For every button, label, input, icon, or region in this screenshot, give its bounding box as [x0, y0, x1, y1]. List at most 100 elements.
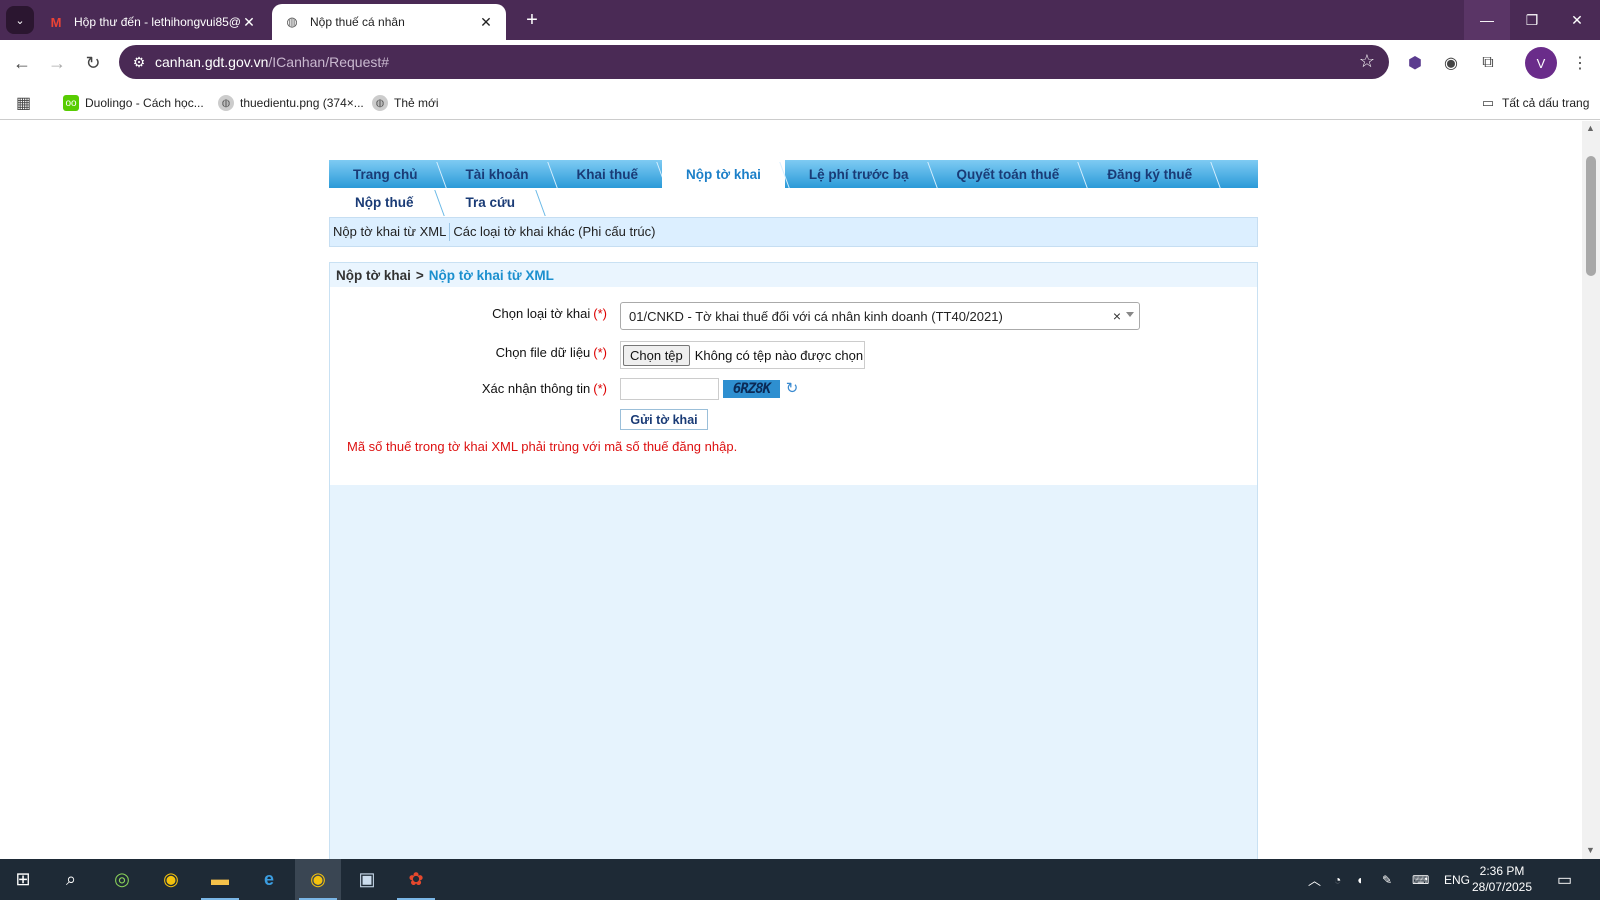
apps-icon[interactable]: ▦ — [16, 93, 31, 113]
bookmark-label: thuedientu.png (374×... — [240, 96, 364, 110]
globe-icon: ◍ — [286, 14, 298, 29]
menu-icon[interactable]: ⋮ — [1569, 52, 1591, 74]
tab-le-phi-truoc-ba[interactable]: Lệ phí trước bạ — [785, 160, 933, 188]
tab-tai-khoan[interactable]: Tài khoản — [442, 160, 553, 188]
duolingo-icon: oo — [63, 95, 79, 111]
declaration-type-label: Chọn loại tờ khai (*) — [492, 306, 607, 321]
keyboard-icon[interactable]: ⌨ — [1412, 859, 1429, 900]
tab-nop-to-khai[interactable]: Nộp tờ khai — [662, 160, 785, 188]
file-input[interactable]: Chọn tệp Không có tệp nào được chọn — [620, 341, 865, 369]
tab-dang-ky-thue[interactable]: Đăng ký thuế — [1083, 160, 1216, 188]
no-file-text: Không có tệp nào được chọn — [694, 347, 864, 363]
choose-file-button[interactable]: Chọn tệp — [623, 344, 690, 366]
forward-icon[interactable]: → — [42, 48, 72, 78]
submit-declaration-button[interactable]: Gửi tờ khai — [620, 409, 708, 430]
breadcrumb-current: Nộp tờ khai từ XML — [428, 267, 554, 283]
upload-form: Chọn loại tờ khai (*) 01/CNKD - Tờ khai t… — [330, 287, 1257, 485]
clear-icon[interactable]: × — [1113, 308, 1121, 324]
extension-icon[interactable]: ◉ — [1440, 52, 1462, 74]
file-explorer-icon[interactable]: ▬ — [197, 859, 243, 900]
browser-tab-bar: ⌄ M Hộp thư đến - lethihongvui85@gm ✕ ◍ … — [0, 0, 1600, 40]
site-info-icon[interactable]: ⚙ — [123, 54, 155, 71]
reload-icon[interactable]: ↻ — [78, 48, 108, 78]
chrome-icon[interactable]: ◉ — [148, 859, 194, 900]
gmail-icon: M — [50, 14, 62, 30]
taskbar: ⊞ ⌕ ◎ ◉ ▬ e ◉ ▣ ✿ ︿ ◔ ◖ ✎ ⌨ ENG 2:36 PM … — [0, 859, 1600, 900]
label-text: Xác nhận thông tin — [481, 381, 591, 396]
browser-tab-active[interactable]: ◍ Nộp thuế cá nhân ✕ — [272, 4, 506, 40]
link-to-khai-khac[interactable]: Các loại tờ khai khác (Phi cấu trúc) — [450, 223, 658, 241]
all-bookmarks-label: Tất cả dấu trang — [1502, 96, 1590, 110]
scrollbar[interactable]: ▲ ▼ — [1582, 121, 1600, 859]
tab-quyet-toan-thue[interactable]: Quyết toán thuế — [933, 160, 1084, 188]
bookmark-item[interactable]: ◍ thuedientu.png (374×... — [218, 93, 364, 113]
puzzle-icon[interactable]: ⧉ — [1477, 52, 1499, 74]
close-window-icon[interactable]: ✕ — [1554, 0, 1600, 40]
extension-icon[interactable]: ⬢ — [1404, 52, 1426, 74]
clock[interactable]: 2:36 PM 28/07/2025 — [1466, 863, 1538, 895]
avatar[interactable]: V — [1525, 47, 1557, 79]
volume-icon[interactable]: ◖ — [1356, 859, 1363, 900]
app-icon-window[interactable]: ▣ — [344, 859, 390, 900]
clock-time: 2:36 PM — [1479, 864, 1525, 878]
bookmark-label: Thẻ mới — [394, 96, 439, 110]
app-icon-red[interactable]: ✿ — [393, 859, 439, 900]
globe-icon: ◍ — [372, 95, 388, 111]
bookmark-star-icon[interactable]: ☆ — [1359, 51, 1375, 72]
refresh-captcha-icon[interactable]: ↻ — [784, 379, 800, 397]
captcha-image: 6RZ8K — [723, 380, 780, 398]
selected-value: 01/CNKD - Tờ khai thuế đối với cá nhân k… — [629, 308, 1003, 324]
declaration-type-select[interactable]: 01/CNKD - Tờ khai thuế đối với cá nhân k… — [620, 302, 1140, 330]
link-nop-to-khai-xml[interactable]: Nộp tờ khai từ XML — [330, 223, 451, 241]
required-mark: (*) — [593, 306, 607, 321]
form-panel: Nộp tờ khai > Nộp tờ khai từ XML Chọn lo… — [329, 262, 1258, 859]
all-bookmarks[interactable]: ▭ Tất cả dấu trang — [1480, 93, 1590, 113]
tab-title: Nộp thuế cá nhân — [310, 15, 405, 29]
sub-sub-nav: Nộp tờ khai từ XML Các loại tờ khai khác… — [329, 217, 1258, 247]
clock-date: 28/07/2025 — [1471, 880, 1533, 894]
close-tab-icon[interactable]: ✕ — [478, 14, 494, 31]
browser-tab-gmail[interactable]: M Hộp thư đến - lethihongvui85@gm ✕ — [36, 4, 269, 40]
bookmark-item[interactable]: ◍ Thẻ mới — [372, 93, 439, 113]
label-text: Chọn file dữ liệu — [495, 345, 591, 360]
internet-explorer-icon[interactable]: e — [246, 859, 292, 900]
network-icon[interactable]: ◔ — [1334, 859, 1341, 900]
windows-start-icon[interactable]: ⊞ — [0, 859, 46, 900]
warning-notice: Mã số thuế trong tờ khai XML phải trùng … — [347, 439, 738, 454]
back-icon[interactable]: ← — [7, 48, 37, 78]
sub-nav: Nộp thuế Tra cứu — [329, 188, 1258, 216]
subtab-nop-thue[interactable]: Nộp thuế — [329, 188, 440, 216]
address-bar[interactable]: ⚙ canhan.gdt.gov.vn/ICanhan/Request# ☆ — [119, 45, 1389, 79]
folder-icon: ▭ — [1481, 95, 1495, 110]
tab-trang-chu[interactable]: Trang chủ — [329, 160, 442, 188]
required-mark: (*) — [593, 381, 607, 396]
scroll-up-icon[interactable]: ▲ — [1586, 123, 1595, 133]
bookmark-item[interactable]: oo Duolingo - Cách học... — [63, 93, 204, 113]
notification-icon[interactable]: ▭ — [1557, 859, 1572, 900]
label-text: Chọn loại tờ khai — [492, 306, 591, 321]
globe-icon: ◍ — [218, 95, 234, 111]
tab-khai-thue[interactable]: Khai thuế — [553, 160, 663, 188]
app-icon-green[interactable]: ◎ — [99, 859, 145, 900]
chrome-active-icon[interactable]: ◉ — [295, 859, 341, 900]
main-nav: Trang chủ Tài khoản Khai thuế Nộp tờ kha… — [329, 160, 1258, 188]
breadcrumb-parent[interactable]: Nộp tờ khai — [336, 268, 411, 283]
scrollbar-thumb[interactable] — [1586, 156, 1596, 276]
tab-title: Hộp thư đến - lethihongvui85@gm — [74, 15, 241, 29]
captcha-input[interactable] — [620, 378, 719, 400]
new-tab-button[interactable]: + — [518, 6, 546, 34]
subtab-tra-cuu[interactable]: Tra cứu — [440, 188, 542, 216]
browser-toolbar: ← → ↻ ⚙ canhan.gdt.gov.vn/ICanhan/Reques… — [0, 40, 1600, 86]
chevron-up-icon[interactable]: ︿ — [1308, 859, 1321, 900]
page-content: Trang chủ Tài khoản Khai thuế Nộp tờ kha… — [0, 121, 1582, 859]
close-tab-icon[interactable]: ✕ — [241, 14, 257, 31]
tab-search-button[interactable]: ⌄ — [6, 6, 34, 34]
required-mark: (*) — [593, 345, 607, 360]
minimize-icon[interactable]: — — [1464, 0, 1510, 40]
bookmarks-bar: ▦ oo Duolingo - Cách học... ◍ thuedientu… — [0, 86, 1600, 120]
scroll-down-icon[interactable]: ▼ — [1586, 845, 1595, 855]
restore-icon[interactable]: ❐ — [1509, 0, 1555, 40]
search-icon[interactable]: ⌕ — [48, 859, 94, 900]
pen-icon[interactable]: ✎ — [1382, 859, 1392, 900]
chevron-down-icon[interactable] — [1126, 312, 1134, 317]
